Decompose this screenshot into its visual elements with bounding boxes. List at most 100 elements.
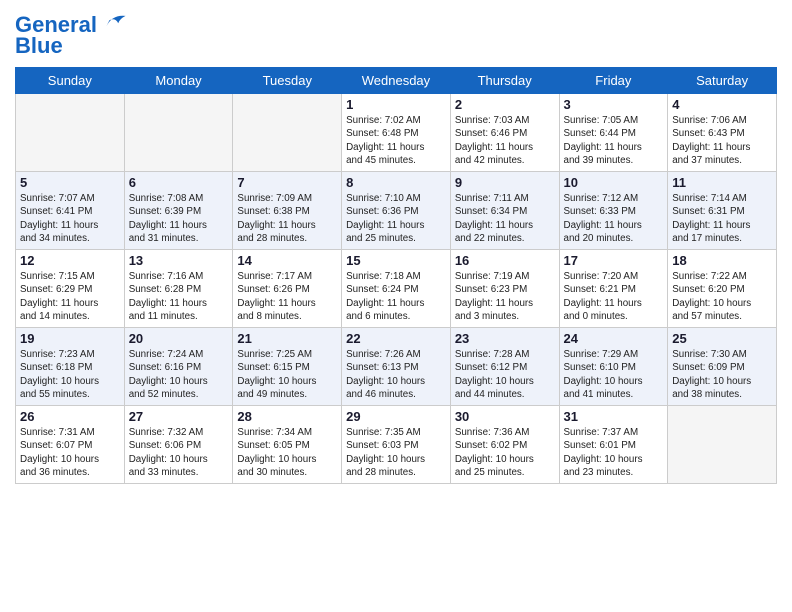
day-info: Sunrise: 7:31 AM Sunset: 6:07 PM Dayligh…: [20, 426, 120, 479]
day-info: Sunrise: 7:29 AM Sunset: 6:10 PM Dayligh…: [564, 348, 664, 401]
day-cell: 27 Sunrise: 7:32 AM Sunset: 6:06 PM Dayli…: [124, 406, 233, 484]
day-info: Sunrise: 7:10 AM Sunset: 6:36 PM Dayligh…: [346, 192, 446, 245]
main-container: General Blue SundayMondayTuesdayWednesda…: [0, 0, 792, 489]
day-info: Sunrise: 7:24 AM Sunset: 6:16 PM Dayligh…: [129, 348, 229, 401]
weekday-header-row: SundayMondayTuesdayWednesdayThursdayFrid…: [16, 68, 777, 94]
logo: General Blue: [15, 10, 127, 59]
day-cell: 29Sunrise: 7:35 AM Sunset: 6:03 PM Dayli…: [342, 406, 451, 484]
day-number: 20: [129, 331, 229, 346]
day-number: 29: [346, 409, 446, 424]
day-info: Sunrise: 7:09 AM Sunset: 6:38 PM Dayligh…: [237, 192, 337, 245]
day-number: 21: [237, 331, 337, 346]
day-cell: 17 Sunrise: 7:20 AM Sunset: 6:21 PM Dayli…: [559, 250, 668, 328]
day-info: Sunrise: 7:18 AM Sunset: 6:24 PM Dayligh…: [346, 270, 446, 323]
day-cell: 31 Sunrise: 7:37 AM Sunset: 6:01 PM Dayli…: [559, 406, 668, 484]
day-number: 13: [129, 253, 229, 268]
day-info: Sunrise: 7:06 AM Sunset: 6:43 PM Dayligh…: [672, 114, 772, 167]
day-cell: 24 Sunrise: 7:29 AM Sunset: 6:10 PM Dayli…: [559, 328, 668, 406]
week-row-1: 1 Sunrise: 7:02 AM Sunset: 6:48 PM Daylig…: [16, 94, 777, 172]
day-info: Sunrise: 7:05 AM Sunset: 6:44 PM Dayligh…: [564, 114, 664, 167]
day-info: Sunrise: 7:07 AM Sunset: 6:41 PM Dayligh…: [20, 192, 120, 245]
day-info: Sunrise: 7:02 AM Sunset: 6:48 PM Dayligh…: [346, 114, 446, 167]
day-cell: 12Sunrise: 7:15 AM Sunset: 6:29 PM Dayli…: [16, 250, 125, 328]
logo-bird-icon: [105, 10, 127, 32]
day-number: 1: [346, 97, 446, 112]
day-info: Sunrise: 7:17 AM Sunset: 6:26 PM Dayligh…: [237, 270, 337, 323]
day-number: 28: [237, 409, 337, 424]
week-row-3: 12Sunrise: 7:15 AM Sunset: 6:29 PM Dayli…: [16, 250, 777, 328]
day-number: 8: [346, 175, 446, 190]
day-cell: 21 Sunrise: 7:25 AM Sunset: 6:15 PM Dayli…: [233, 328, 342, 406]
day-cell: 11 Sunrise: 7:14 AM Sunset: 6:31 PM Dayli…: [668, 172, 777, 250]
day-number: 26: [20, 409, 120, 424]
day-info: Sunrise: 7:32 AM Sunset: 6:06 PM Dayligh…: [129, 426, 229, 479]
day-cell: 15 Sunrise: 7:18 AM Sunset: 6:24 PM Dayli…: [342, 250, 451, 328]
day-number: 31: [564, 409, 664, 424]
day-number: 19: [20, 331, 120, 346]
day-number: 15: [346, 253, 446, 268]
day-number: 2: [455, 97, 555, 112]
day-info: Sunrise: 7:22 AM Sunset: 6:20 PM Dayligh…: [672, 270, 772, 323]
weekday-saturday: Saturday: [668, 68, 777, 94]
week-row-2: 5 Sunrise: 7:07 AM Sunset: 6:41 PM Daylig…: [16, 172, 777, 250]
weekday-thursday: Thursday: [450, 68, 559, 94]
day-cell: 14 Sunrise: 7:17 AM Sunset: 6:26 PM Dayli…: [233, 250, 342, 328]
day-info: Sunrise: 7:30 AM Sunset: 6:09 PM Dayligh…: [672, 348, 772, 401]
weekday-tuesday: Tuesday: [233, 68, 342, 94]
day-cell: [124, 94, 233, 172]
day-info: Sunrise: 7:11 AM Sunset: 6:34 PM Dayligh…: [455, 192, 555, 245]
day-info: Sunrise: 7:20 AM Sunset: 6:21 PM Dayligh…: [564, 270, 664, 323]
day-info: Sunrise: 7:14 AM Sunset: 6:31 PM Dayligh…: [672, 192, 772, 245]
day-cell: 7Sunrise: 7:09 AM Sunset: 6:38 PM Daylig…: [233, 172, 342, 250]
weekday-monday: Monday: [124, 68, 233, 94]
weekday-wednesday: Wednesday: [342, 68, 451, 94]
day-number: 11: [672, 175, 772, 190]
day-number: 9: [455, 175, 555, 190]
day-info: Sunrise: 7:08 AM Sunset: 6:39 PM Dayligh…: [129, 192, 229, 245]
day-number: 10: [564, 175, 664, 190]
day-number: 22: [346, 331, 446, 346]
day-number: 24: [564, 331, 664, 346]
day-cell: 3 Sunrise: 7:05 AM Sunset: 6:44 PM Daylig…: [559, 94, 668, 172]
day-number: 18: [672, 253, 772, 268]
day-info: Sunrise: 7:28 AM Sunset: 6:12 PM Dayligh…: [455, 348, 555, 401]
day-info: Sunrise: 7:19 AM Sunset: 6:23 PM Dayligh…: [455, 270, 555, 323]
day-cell: 16Sunrise: 7:19 AM Sunset: 6:23 PM Dayli…: [450, 250, 559, 328]
day-number: 17: [564, 253, 664, 268]
day-cell: 28 Sunrise: 7:34 AM Sunset: 6:05 PM Dayli…: [233, 406, 342, 484]
day-info: Sunrise: 7:03 AM Sunset: 6:46 PM Dayligh…: [455, 114, 555, 167]
day-cell: 6 Sunrise: 7:08 AM Sunset: 6:39 PM Daylig…: [124, 172, 233, 250]
day-number: 4: [672, 97, 772, 112]
week-row-5: 26 Sunrise: 7:31 AM Sunset: 6:07 PM Dayli…: [16, 406, 777, 484]
weekday-friday: Friday: [559, 68, 668, 94]
day-number: 12: [20, 253, 120, 268]
day-cell: 13 Sunrise: 7:16 AM Sunset: 6:28 PM Dayli…: [124, 250, 233, 328]
day-info: Sunrise: 7:25 AM Sunset: 6:15 PM Dayligh…: [237, 348, 337, 401]
weekday-sunday: Sunday: [16, 68, 125, 94]
day-number: 27: [129, 409, 229, 424]
day-cell: 22 Sunrise: 7:26 AM Sunset: 6:13 PM Dayli…: [342, 328, 451, 406]
day-cell: [668, 406, 777, 484]
day-number: 5: [20, 175, 120, 190]
day-cell: 23 Sunrise: 7:28 AM Sunset: 6:12 PM Dayli…: [450, 328, 559, 406]
day-cell: 2 Sunrise: 7:03 AM Sunset: 6:46 PM Daylig…: [450, 94, 559, 172]
day-number: 3: [564, 97, 664, 112]
day-number: 6: [129, 175, 229, 190]
day-info: Sunrise: 7:12 AM Sunset: 6:33 PM Dayligh…: [564, 192, 664, 245]
day-cell: 5 Sunrise: 7:07 AM Sunset: 6:41 PM Daylig…: [16, 172, 125, 250]
day-info: Sunrise: 7:36 AM Sunset: 6:02 PM Dayligh…: [455, 426, 555, 479]
day-info: Sunrise: 7:37 AM Sunset: 6:01 PM Dayligh…: [564, 426, 664, 479]
day-number: 30: [455, 409, 555, 424]
day-info: Sunrise: 7:16 AM Sunset: 6:28 PM Dayligh…: [129, 270, 229, 323]
day-info: Sunrise: 7:34 AM Sunset: 6:05 PM Dayligh…: [237, 426, 337, 479]
day-cell: 4 Sunrise: 7:06 AM Sunset: 6:43 PM Daylig…: [668, 94, 777, 172]
header: General Blue: [15, 10, 777, 59]
day-number: 23: [455, 331, 555, 346]
day-cell: 25Sunrise: 7:30 AM Sunset: 6:09 PM Dayli…: [668, 328, 777, 406]
day-cell: [16, 94, 125, 172]
day-number: 14: [237, 253, 337, 268]
day-cell: 18 Sunrise: 7:22 AM Sunset: 6:20 PM Dayli…: [668, 250, 777, 328]
day-cell: [233, 94, 342, 172]
day-cell: 19Sunrise: 7:23 AM Sunset: 6:18 PM Dayli…: [16, 328, 125, 406]
day-info: Sunrise: 7:26 AM Sunset: 6:13 PM Dayligh…: [346, 348, 446, 401]
